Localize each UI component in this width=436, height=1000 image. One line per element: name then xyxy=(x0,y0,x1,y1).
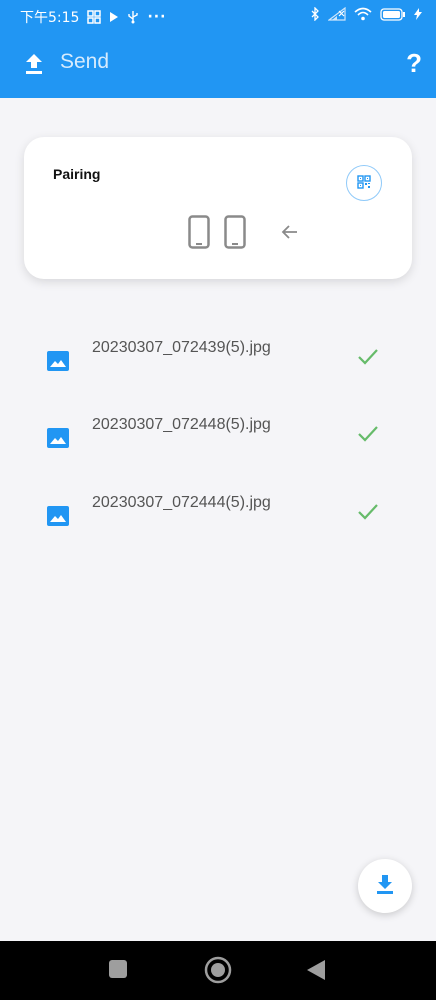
grid-icon xyxy=(87,10,102,24)
pairing-label: Pairing xyxy=(53,166,101,182)
status-time: 下午5:15 xyxy=(20,10,80,26)
help-button[interactable]: ? xyxy=(406,48,422,79)
more-dots-icon: ··· xyxy=(147,9,167,25)
phone-icon xyxy=(224,215,246,253)
signal-icon xyxy=(328,7,346,21)
file-list-item[interactable]: 20230307_072444(5).jpg xyxy=(0,494,436,564)
file-name: 20230307_072444(5).jpg xyxy=(92,494,271,511)
image-file-icon xyxy=(46,426,70,450)
file-list-item[interactable]: 20230307_072439(5).jpg xyxy=(0,339,436,409)
file-name: 20230307_072439(5).jpg xyxy=(92,339,271,356)
upload-icon xyxy=(20,50,48,78)
check-icon xyxy=(356,347,380,371)
image-file-icon xyxy=(46,504,70,528)
charging-icon xyxy=(414,8,422,20)
arrow-left-icon xyxy=(280,222,300,246)
download-button[interactable] xyxy=(358,859,412,913)
download-icon xyxy=(374,873,396,899)
battery-icon xyxy=(380,7,406,21)
play-icon xyxy=(109,11,119,23)
wifi-icon xyxy=(354,7,372,21)
recent-apps-button[interactable] xyxy=(108,959,128,983)
app-bar: Send ? xyxy=(0,30,436,98)
page-title: Send xyxy=(60,50,110,73)
paired-devices xyxy=(188,215,246,253)
qr-code-icon xyxy=(357,174,371,193)
usb-icon xyxy=(127,10,139,24)
check-icon xyxy=(356,424,380,448)
home-button[interactable] xyxy=(204,956,232,988)
status-bar: 下午5:15 ··· xyxy=(0,0,436,30)
back-button[interactable] xyxy=(306,959,326,985)
image-file-icon xyxy=(46,349,70,373)
system-nav-bar xyxy=(0,941,436,1000)
qr-code-button[interactable] xyxy=(346,165,382,201)
bluetooth-icon xyxy=(310,7,320,21)
check-icon xyxy=(356,502,380,526)
file-name: 20230307_072448(5).jpg xyxy=(92,416,271,433)
phone-icon xyxy=(188,215,210,253)
pairing-card: Pairing xyxy=(24,137,412,279)
file-list-item[interactable]: 20230307_072448(5).jpg xyxy=(0,416,436,486)
